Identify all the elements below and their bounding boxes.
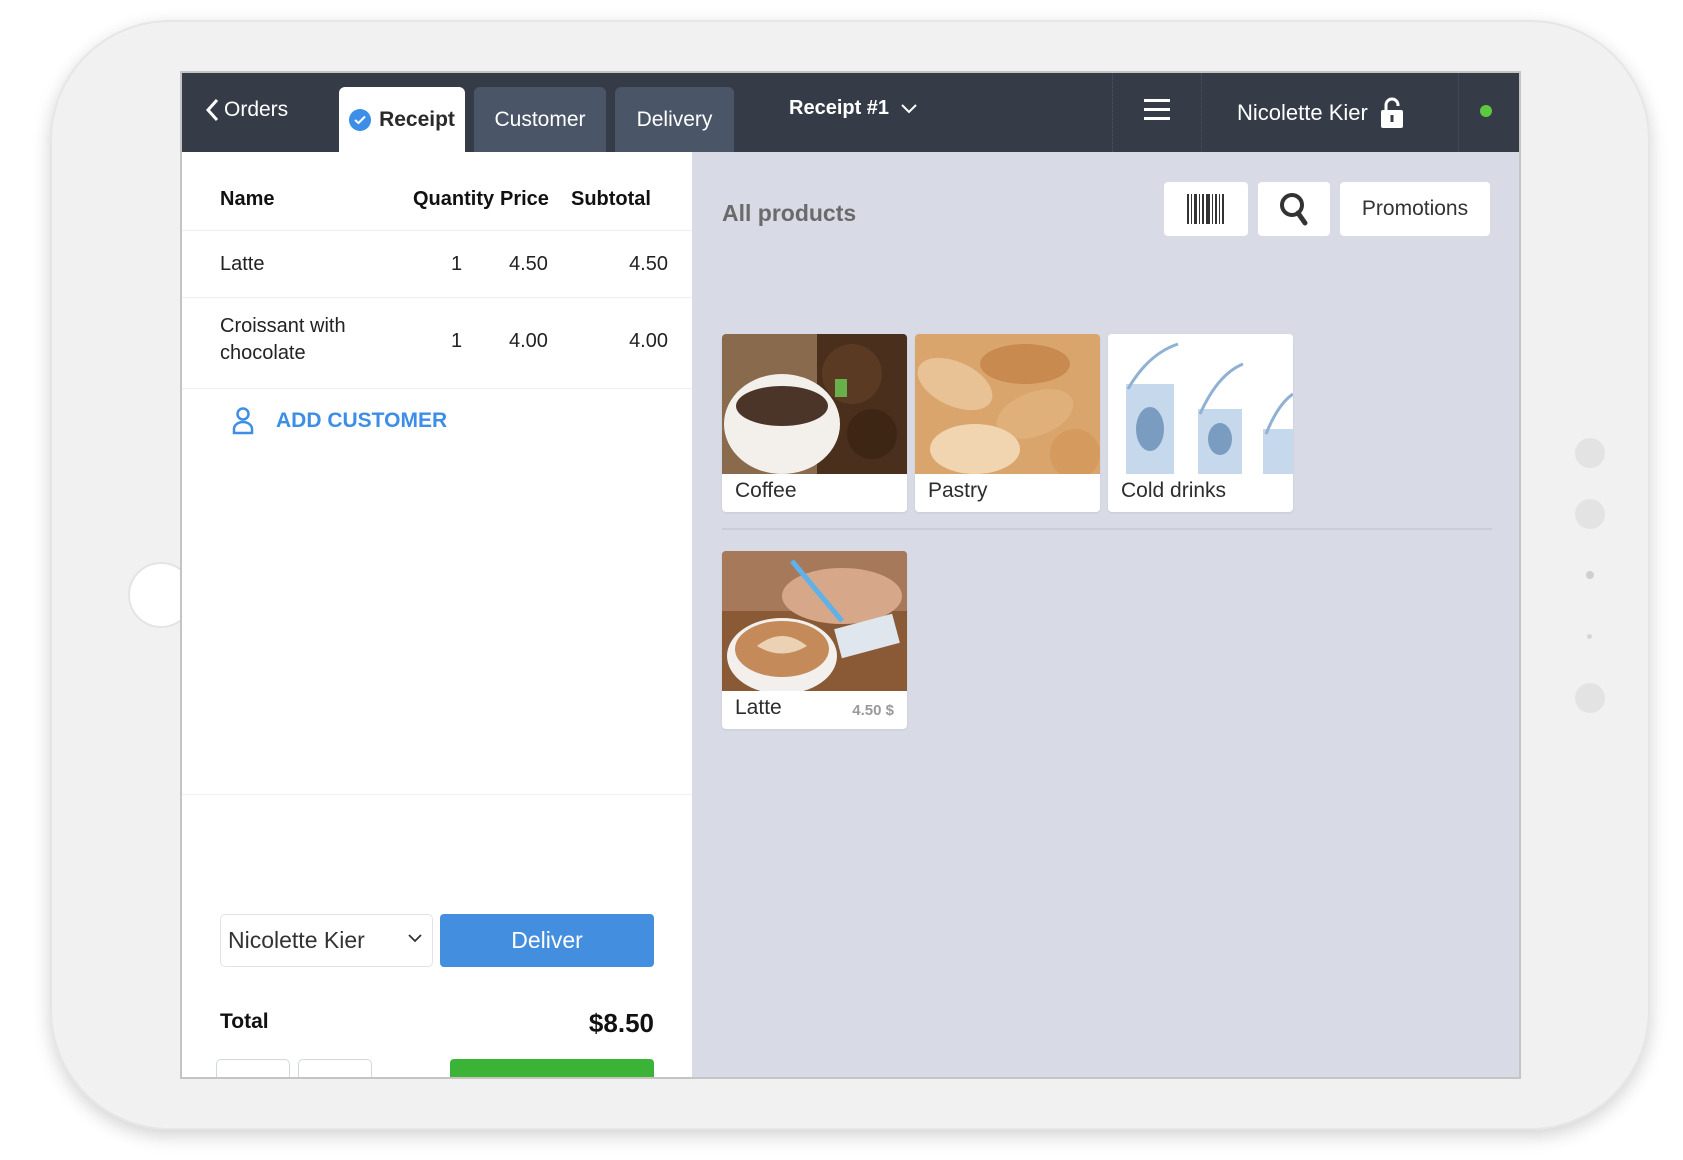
- sensor-dot-tiny: [1587, 634, 1592, 639]
- header-divider: [1458, 73, 1459, 152]
- promotions-button[interactable]: Promotions: [1340, 182, 1490, 236]
- deliver-button[interactable]: Deliver: [440, 914, 654, 967]
- divider: [182, 794, 692, 795]
- item-name: Croissant with: [220, 315, 346, 337]
- latte-image: [722, 551, 907, 691]
- category-tile-coffee[interactable]: Coffee: [722, 334, 907, 512]
- back-to-orders-link[interactable]: Orders: [204, 97, 288, 123]
- cold-drinks-image: [1108, 334, 1293, 474]
- item-name-line2: chocolate: [220, 342, 306, 364]
- item-quantity: 1: [451, 253, 463, 275]
- category-label: Pastry: [928, 479, 988, 502]
- user-name-label: Nicolette Kier: [1237, 100, 1368, 125]
- add-customer-label: ADD CUSTOMER: [276, 409, 448, 432]
- receipt-panel: Name Quantity Price Subtotal Latte 1 4.5…: [182, 152, 692, 1079]
- tab-customer[interactable]: Customer: [474, 87, 606, 152]
- back-label: Orders: [224, 98, 289, 121]
- tab-label: Delivery: [636, 107, 713, 131]
- item-name: Latte: [220, 253, 265, 275]
- category-tile-cold-drinks[interactable]: Cold drinks: [1108, 334, 1293, 512]
- chevron-down-icon: [408, 934, 422, 943]
- receipt-table-header: Name Quantity Price Subtotal: [182, 152, 692, 231]
- menu-icon[interactable]: [1144, 99, 1170, 123]
- receipt-selector-label: Receipt #1: [789, 97, 890, 119]
- column-name: Name: [220, 188, 275, 210]
- promotions-label: Promotions: [1361, 197, 1469, 220]
- sensor-dot: [1575, 499, 1605, 529]
- product-price: 4.50 $: [852, 702, 894, 719]
- product-tile-latte[interactable]: Latte 4.50 $: [722, 551, 907, 729]
- chevron-down-icon: [901, 103, 917, 113]
- pay-button[interactable]: Pay: [450, 1059, 654, 1077]
- pastry-image: [915, 334, 1100, 474]
- category-label: Cold drinks: [1121, 479, 1227, 502]
- user-icon: [232, 407, 254, 435]
- barcode-icon: [1187, 194, 1224, 224]
- receipt-selector[interactable]: Receipt #1: [789, 97, 917, 120]
- add-customer-button[interactable]: ADD CUSTOMER: [232, 407, 447, 435]
- receipt-row[interactable]: Latte 1 4.50 4.50: [182, 232, 692, 298]
- column-price: Price: [500, 188, 549, 210]
- more-options-button[interactable]: [216, 1059, 290, 1077]
- item-price: 4.50: [509, 253, 548, 275]
- printer-icon: [322, 1078, 348, 1079]
- staff-select[interactable]: Nicolette Kier: [220, 914, 433, 967]
- products-panel: All products Promotions Coffee Pastry Co…: [692, 152, 1519, 1077]
- check-circle-icon: [349, 108, 372, 131]
- speaker-dot: [1575, 683, 1605, 713]
- header-divider: [1112, 73, 1113, 152]
- products-title: All products: [722, 200, 857, 226]
- products-divider: [722, 528, 1492, 530]
- column-quantity: Quantity: [413, 188, 495, 210]
- total-label: Total: [220, 1010, 269, 1033]
- sensor-dot-small: [1586, 571, 1594, 579]
- item-subtotal: 4.00: [629, 330, 668, 352]
- unlock-icon: [1380, 97, 1403, 128]
- app-screen: Orders Receipt Customer Delivery Receipt…: [180, 71, 1521, 1079]
- tab-receipt[interactable]: Receipt: [339, 87, 465, 152]
- staff-select-value: Nicolette Kier: [228, 927, 365, 953]
- print-button[interactable]: [298, 1059, 372, 1079]
- tab-label: Receipt: [379, 107, 455, 131]
- item-subtotal: 4.50: [629, 253, 668, 275]
- tab-label: Customer: [494, 107, 586, 131]
- coffee-image: [722, 334, 907, 474]
- current-user[interactable]: Nicolette Kier: [1237, 97, 1404, 129]
- item-price: 4.00: [509, 330, 548, 352]
- camera-dot: [1575, 438, 1605, 468]
- tab-delivery[interactable]: Delivery: [615, 87, 734, 152]
- receipt-row[interactable]: Croissant with chocolate 1 4.00 4.00: [182, 299, 692, 389]
- column-subtotal: Subtotal: [571, 188, 651, 210]
- category-label: Coffee: [735, 479, 797, 502]
- top-bar: Orders Receipt Customer Delivery Receipt…: [182, 73, 1519, 152]
- product-label: Latte: [735, 696, 782, 719]
- search-icon: [1280, 193, 1308, 226]
- online-status-dot: [1480, 105, 1492, 117]
- chevron-left-icon: [205, 98, 219, 122]
- category-tile-pastry[interactable]: Pastry: [915, 334, 1100, 512]
- barcode-scan-button[interactable]: [1164, 182, 1248, 236]
- search-button[interactable]: [1258, 182, 1330, 236]
- header-divider: [1201, 73, 1202, 152]
- item-quantity: 1: [451, 330, 463, 352]
- total-value: $8.50: [588, 1008, 654, 1038]
